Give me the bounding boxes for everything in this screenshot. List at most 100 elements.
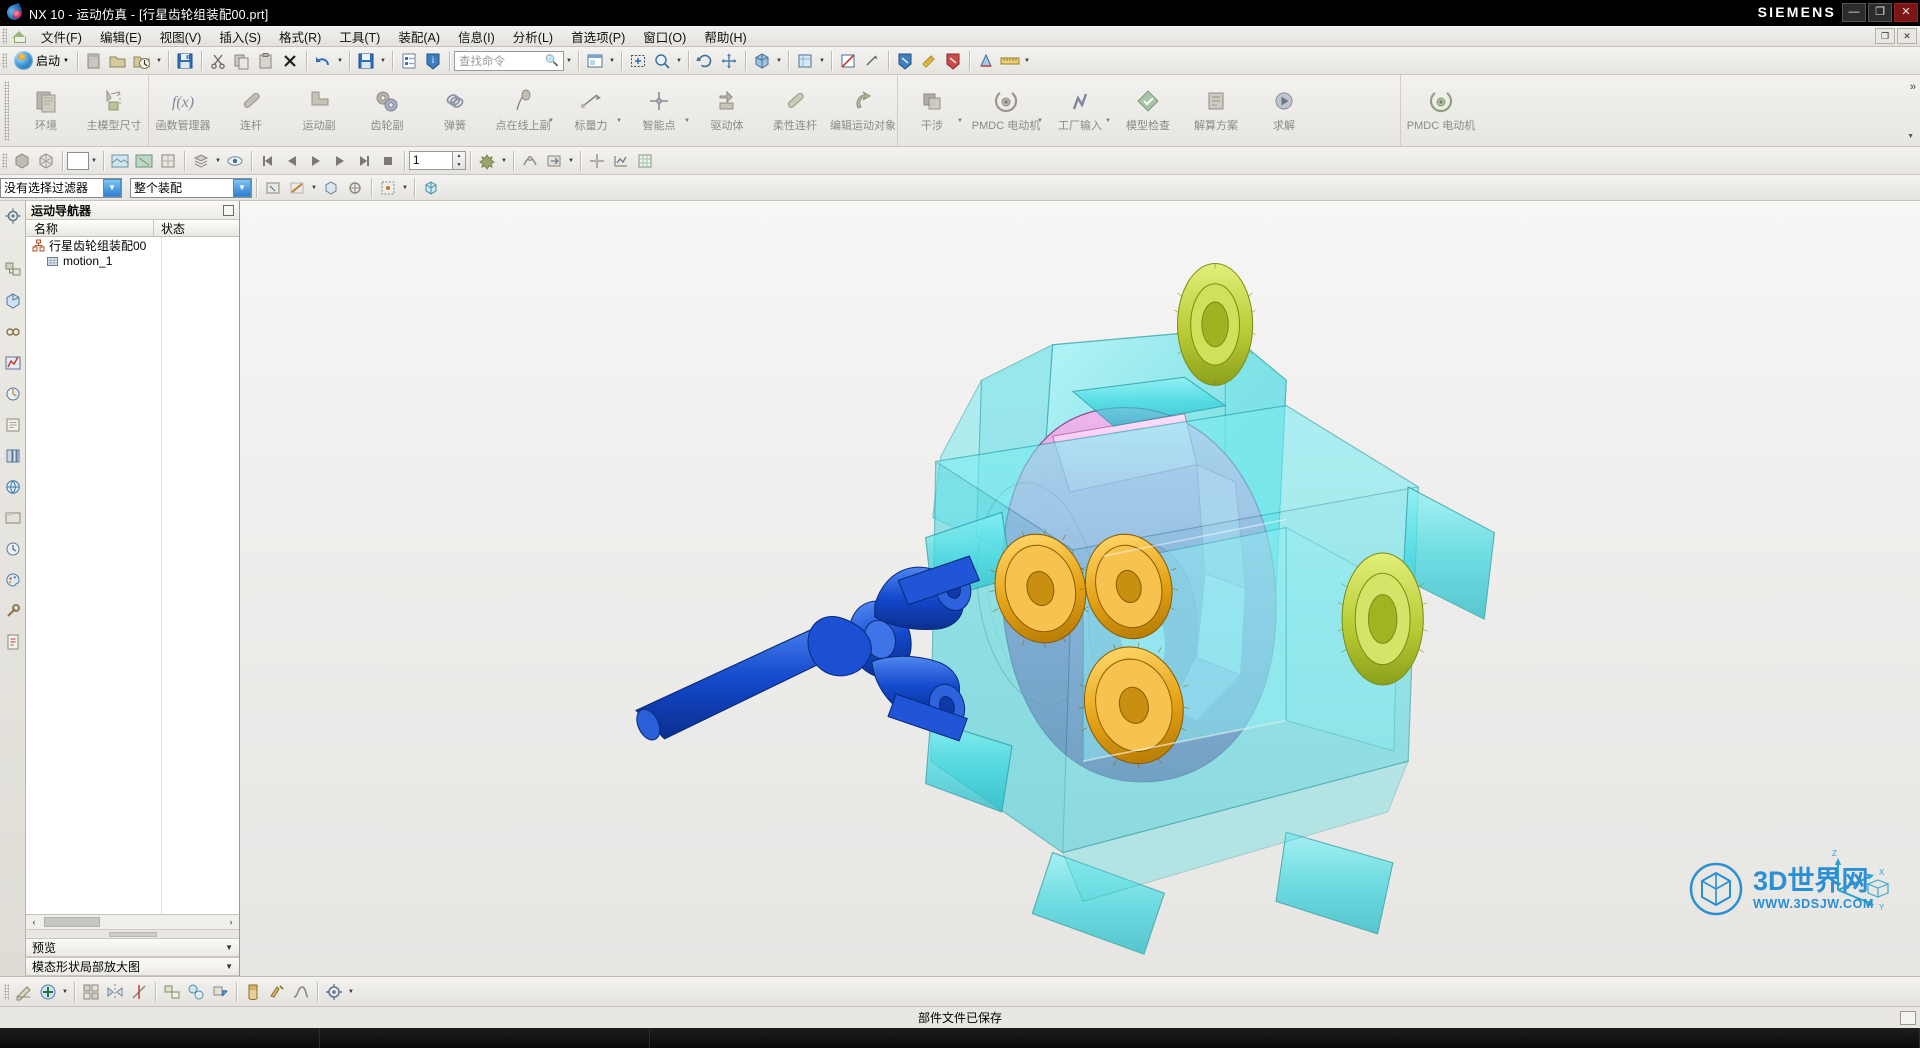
- pmdc-motor-caret[interactable]: ▼: [1037, 118, 1043, 124]
- navigator-tree[interactable]: 行星齿轮组装配00 motion_1: [26, 237, 239, 914]
- maximize-button[interactable]: ❐: [1868, 3, 1892, 22]
- view-orientation-dropdown[interactable]: [817, 50, 827, 72]
- ribbon-pmdc-motor-2-button[interactable]: PMDC 电动机: [1401, 75, 1481, 146]
- preview-panel[interactable]: 预览 ▼: [26, 938, 239, 957]
- start-menu-button[interactable]: 启动 ▼: [10, 49, 73, 73]
- weld-button[interactable]: [265, 980, 289, 1004]
- ribbon-interference-button[interactable]: ▼ 干涉: [898, 75, 966, 146]
- sim-setting-dropdown[interactable]: [346, 981, 356, 1003]
- assembly-constraint-button[interactable]: [160, 980, 184, 1004]
- display-mode-shaded-button[interactable]: [10, 149, 34, 173]
- stop-button[interactable]: [376, 149, 400, 173]
- trace-button[interactable]: [518, 149, 542, 173]
- menu-info[interactable]: 信息(I): [449, 25, 504, 48]
- undo-dropdown[interactable]: [335, 50, 345, 72]
- ribbon-driver-body-button[interactable]: 驱动体: [693, 75, 761, 146]
- standard-toolbar-grip[interactable]: [2, 52, 7, 69]
- ribbon-environment-button[interactable]: 环境: [12, 75, 80, 146]
- snap-point-dropdown[interactable]: [400, 177, 410, 199]
- move-component-button[interactable]: [208, 980, 232, 1004]
- color-swatch[interactable]: [67, 151, 89, 170]
- open-file-button[interactable]: [106, 49, 130, 73]
- menu-window[interactable]: 窗口(O): [634, 25, 695, 48]
- ribbon-link-button[interactable]: 连杆: [217, 75, 285, 146]
- add-feature-button[interactable]: [36, 980, 60, 1004]
- add-feature-dropdown[interactable]: [60, 981, 70, 1003]
- save-as-dropdown[interactable]: [378, 50, 388, 72]
- selection-filter-arrow-icon[interactable]: ▼: [103, 178, 121, 197]
- scope-combo[interactable]: 整个装配 ▼: [130, 177, 252, 198]
- bottom-toolbar-grip[interactable]: [4, 983, 9, 1000]
- playback-toolbar-grip[interactable]: [2, 152, 7, 169]
- menu-analysis[interactable]: 分析(L): [504, 25, 562, 48]
- navigator-horizontal-scrollbar[interactable]: ‹ ›: [26, 914, 239, 929]
- shaded-view-dropdown[interactable]: [774, 50, 784, 72]
- ribbon-overflow-button[interactable]: »: [1910, 81, 1916, 93]
- view-orientation-button[interactable]: [793, 49, 817, 73]
- surface-style-2-button[interactable]: [132, 149, 156, 173]
- ribbon-point-on-curve-button[interactable]: ▼ 点在线上副: [489, 75, 557, 146]
- frame-number-input[interactable]: 1: [409, 151, 453, 170]
- menu-file[interactable]: 文件(F): [32, 25, 91, 48]
- interference-caret[interactable]: ▼: [957, 118, 963, 124]
- tree-item-motion[interactable]: motion_1: [26, 253, 239, 269]
- menu-preferences[interactable]: 首选项(P): [562, 25, 634, 48]
- play-button[interactable]: [304, 149, 328, 173]
- select-edge-dropdown[interactable]: [309, 177, 319, 199]
- scroll-thumb[interactable]: [44, 917, 100, 927]
- menu-format[interactable]: 格式(R): [270, 25, 330, 48]
- step-last-button[interactable]: [352, 149, 376, 173]
- constraint-navigator-icon[interactable]: [2, 321, 24, 343]
- history-icon[interactable]: [2, 414, 24, 436]
- column-header-status[interactable]: 状态: [154, 220, 239, 237]
- tool-icon[interactable]: [2, 600, 24, 622]
- export-animation-dropdown[interactable]: [566, 150, 576, 172]
- menu-help[interactable]: 帮助(H): [695, 25, 755, 48]
- reuse-library-icon[interactable]: [2, 445, 24, 467]
- results-graph-button[interactable]: [609, 149, 633, 173]
- new-file-button[interactable]: [82, 49, 106, 73]
- taskbar-segment-3[interactable]: [650, 1028, 1920, 1048]
- minimize-button[interactable]: —: [1842, 3, 1866, 22]
- zoom-dropdown[interactable]: [674, 50, 684, 72]
- color-swatch-dropdown[interactable]: [89, 150, 99, 172]
- chevron-down-icon[interactable]: ▼: [225, 943, 233, 952]
- history-clock-icon[interactable]: [2, 538, 24, 560]
- component-pattern-button[interactable]: [184, 980, 208, 1004]
- annotation-button[interactable]: [941, 49, 965, 73]
- plant-input-caret[interactable]: ▼: [1105, 118, 1111, 124]
- recent-files-button[interactable]: [130, 49, 154, 73]
- ribbon-expand-caret[interactable]: ▼: [1907, 133, 1914, 140]
- save-as-button[interactable]: [354, 49, 378, 73]
- scope-arrow-icon[interactable]: ▼: [233, 178, 251, 197]
- ribbon-flexible-link-button[interactable]: 柔性连杆: [761, 75, 829, 146]
- component-select-button[interactable]: [419, 176, 443, 200]
- column-header-name[interactable]: 名称: [26, 219, 154, 237]
- selection-filter-combo[interactable]: 没有选择过滤器 ▼: [0, 177, 122, 198]
- route-button[interactable]: [289, 980, 313, 1004]
- step-forward-button[interactable]: [328, 149, 352, 173]
- analysis-tool-button[interactable]: [974, 49, 998, 73]
- paste-button[interactable]: [254, 49, 278, 73]
- sketch-button[interactable]: [12, 980, 36, 1004]
- pan-view-button[interactable]: [717, 49, 741, 73]
- ribbon-solve-button[interactable]: 求解: [1250, 75, 1318, 146]
- surface-style-button[interactable]: [108, 149, 132, 173]
- ribbon-edit-motion-object-button[interactable]: 编辑运动对象: [829, 75, 897, 146]
- properties-button[interactable]: [397, 49, 421, 73]
- fit-view-button[interactable]: [626, 49, 650, 73]
- select-face-button[interactable]: [261, 176, 285, 200]
- clip-view-button[interactable]: [860, 49, 884, 73]
- resource-settings-icon[interactable]: [2, 205, 24, 227]
- sim-setting-button[interactable]: [322, 980, 346, 1004]
- smart-point-caret[interactable]: ▼: [684, 118, 690, 124]
- ribbon-scalar-force-button[interactable]: ▼ 标量力: [557, 75, 625, 146]
- step-back-button[interactable]: [280, 149, 304, 173]
- search-icon[interactable]: 🔍: [545, 54, 559, 67]
- status-indicator-icon[interactable]: [1900, 1010, 1916, 1025]
- close-button[interactable]: ✕: [1894, 3, 1918, 22]
- zoom-button[interactable]: [650, 49, 674, 73]
- marker-button[interactable]: [585, 149, 609, 173]
- layer-settings-dropdown[interactable]: [213, 150, 223, 172]
- file-explorer-icon[interactable]: [2, 507, 24, 529]
